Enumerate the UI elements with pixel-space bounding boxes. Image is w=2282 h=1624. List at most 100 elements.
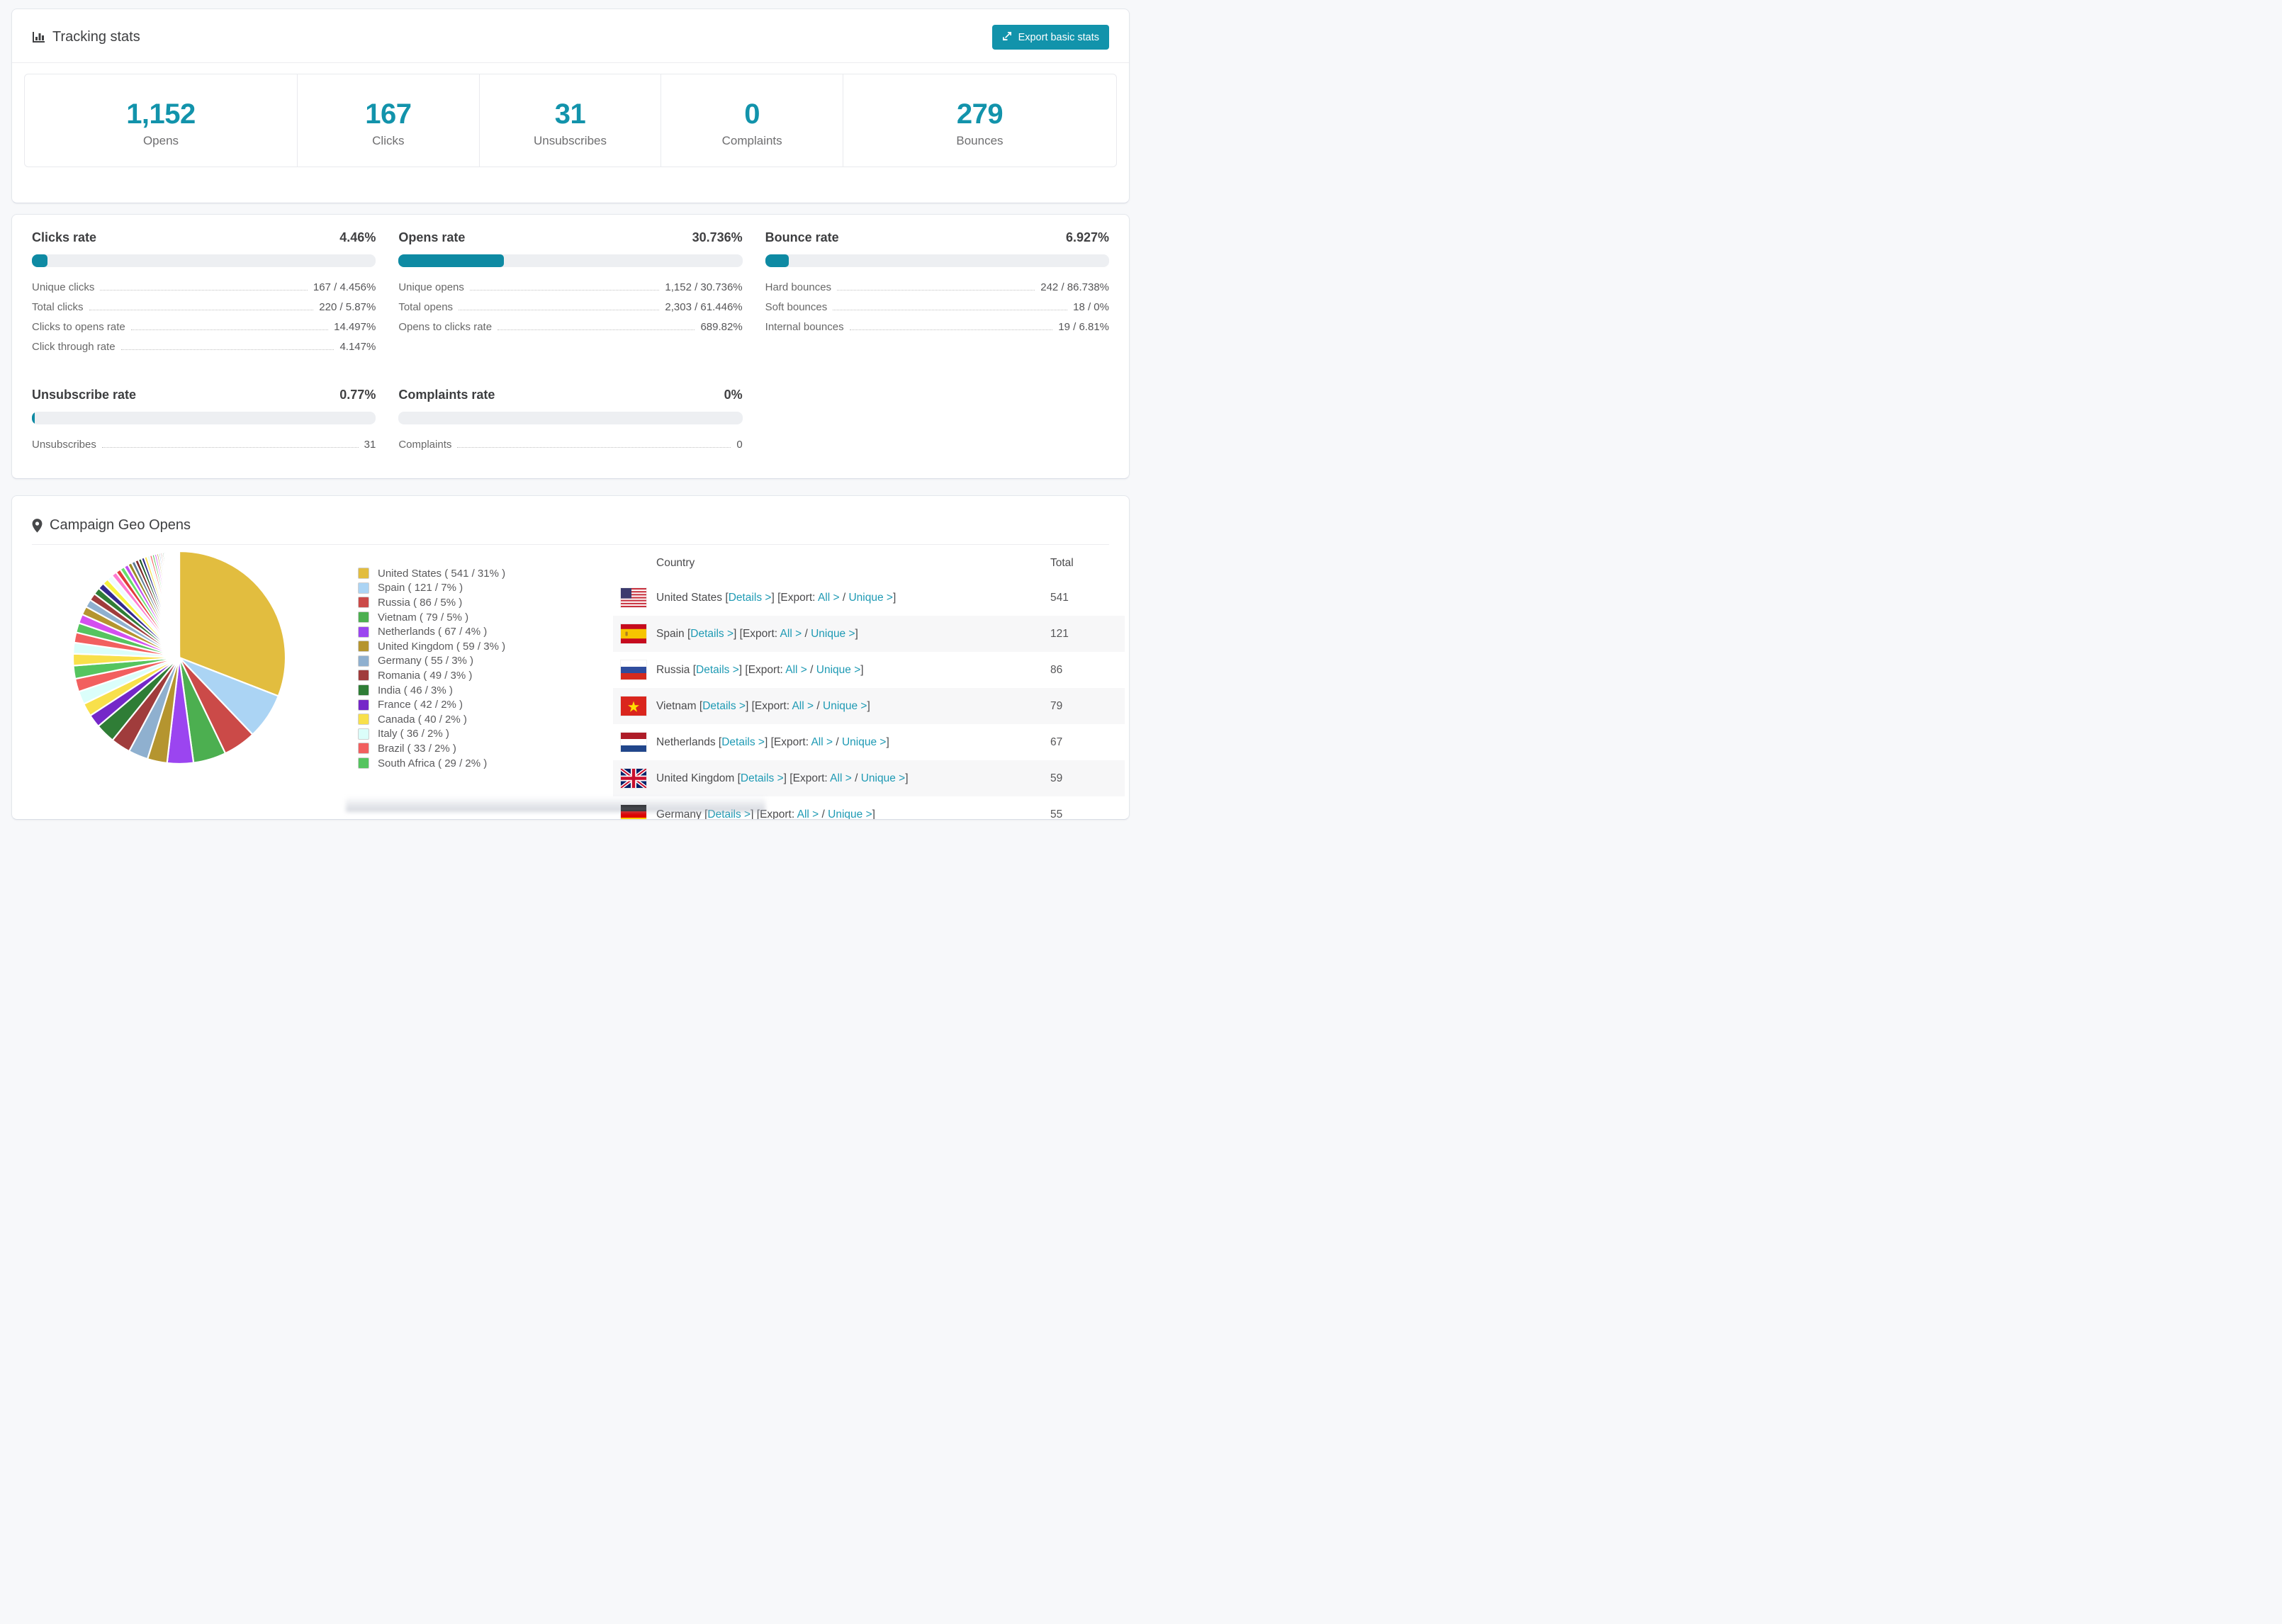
unsubscribe-rate-title: Unsubscribe rate bbox=[32, 388, 137, 402]
stat-opens: 1,152 Opens bbox=[25, 74, 298, 167]
export-all-link[interactable]: All > bbox=[780, 628, 802, 640]
legend-item[interactable]: Italy ( 36 / 2% ) bbox=[358, 727, 613, 742]
stat-clicks-label: Clicks bbox=[372, 134, 405, 147]
country-cell: Russia [Details >] [Export: All > / Uniq… bbox=[656, 663, 864, 676]
export-unique-link[interactable]: Unique > bbox=[842, 736, 886, 748]
stats-summary: 1,152 Opens 167 Clicks 31 Unsubscribes 0… bbox=[12, 63, 1129, 203]
rate-row-label: Unique clicks bbox=[32, 281, 95, 293]
complaints-rate-panel: Complaints rate 0% Complaints 0 bbox=[398, 388, 743, 458]
rate-row: Hard bounces 242 / 86.738% bbox=[765, 281, 1109, 301]
dotted-leader bbox=[849, 329, 1053, 330]
rates-card: Clicks rate 4.46% Unique clicks 167 / 4.4… bbox=[11, 214, 1130, 479]
stat-opens-label: Opens bbox=[142, 134, 179, 147]
legend-item[interactable]: United States ( 541 / 31% ) bbox=[358, 566, 613, 581]
complaints-rate-bar bbox=[398, 412, 743, 424]
table-row-netherlands: Netherlands [Details >] [Export: All > /… bbox=[613, 724, 1125, 760]
country-cell: Netherlands [Details >] [Export: All > /… bbox=[656, 735, 889, 748]
export-label: Export: bbox=[748, 663, 783, 676]
legend-item[interactable]: Brazil ( 33 / 2% ) bbox=[358, 741, 613, 756]
export-all-link[interactable]: All > bbox=[785, 664, 807, 676]
rate-row-label: Unique opens bbox=[398, 281, 464, 293]
legend-swatch bbox=[358, 743, 369, 755]
rate-row-label: Unsubscribes bbox=[32, 439, 96, 451]
export-all-link[interactable]: All > bbox=[811, 736, 833, 748]
unsubscribe-rate-panel: Unsubscribe rate 0.77% Unsubscribes 31 bbox=[32, 388, 376, 458]
export-unique-link[interactable]: Unique > bbox=[823, 700, 867, 712]
table-row-spain: Spain [Details >] [Export: All > / Uniqu… bbox=[613, 616, 1125, 652]
legend-swatch bbox=[358, 757, 369, 769]
legend-item[interactable]: India ( 46 / 3% ) bbox=[358, 683, 613, 698]
export-all-link[interactable]: All > bbox=[830, 772, 852, 784]
export-unique-link[interactable]: Unique > bbox=[861, 772, 905, 784]
rate-row-label: Internal bounces bbox=[765, 321, 844, 333]
unsubscribe-rate-bar bbox=[32, 412, 376, 424]
dotted-leader bbox=[101, 447, 359, 448]
legend-item[interactable]: Germany ( 55 / 3% ) bbox=[358, 654, 613, 669]
country-name: United States bbox=[656, 591, 723, 604]
rate-row-label: Click through rate bbox=[32, 341, 116, 353]
legend-item[interactable]: Vietnam ( 79 / 5% ) bbox=[358, 610, 613, 625]
legend-item[interactable]: Netherlands ( 67 / 4% ) bbox=[358, 624, 613, 639]
rate-row-value: 18 / 0% bbox=[1073, 301, 1109, 313]
flag-netherlands-icon bbox=[621, 733, 646, 752]
export-unique-link[interactable]: Unique > bbox=[816, 664, 860, 676]
legend-item[interactable]: Spain ( 121 / 7% ) bbox=[358, 581, 613, 596]
stat-unsubscribes-value: 31 bbox=[554, 98, 586, 130]
details-link[interactable]: Details > bbox=[729, 592, 772, 604]
legend-item[interactable]: United Kingdom ( 59 / 3% ) bbox=[358, 639, 613, 654]
details-link[interactable]: Details > bbox=[721, 736, 765, 748]
export-unique-link[interactable]: Unique > bbox=[811, 628, 855, 640]
rates-empty-cell bbox=[765, 388, 1109, 458]
details-link[interactable]: Details > bbox=[696, 664, 739, 676]
rate-row: Total clicks 220 / 5.87% bbox=[32, 301, 376, 321]
legend-swatch bbox=[358, 611, 369, 624]
details-link[interactable]: Details > bbox=[741, 772, 784, 784]
export-all-link[interactable]: All > bbox=[792, 700, 814, 712]
rate-row-label: Complaints bbox=[398, 439, 452, 451]
rate-row-label: Total clicks bbox=[32, 301, 84, 313]
bottom-scroll-shadow bbox=[346, 796, 765, 812]
export-unique-link[interactable]: Unique > bbox=[828, 808, 872, 820]
rate-row: Unsubscribes 31 bbox=[32, 439, 376, 458]
legend-item[interactable]: South Africa ( 29 / 2% ) bbox=[358, 756, 613, 771]
export-label: Export: bbox=[773, 735, 809, 748]
stat-complaints-value: 0 bbox=[744, 98, 760, 130]
export-all-link[interactable]: All > bbox=[818, 592, 840, 604]
details-link[interactable]: Details > bbox=[702, 700, 746, 712]
stat-bounces-value: 279 bbox=[956, 98, 1004, 130]
bounce-rate-panel: Bounce rate 6.927% Hard bounces 242 / 86.… bbox=[765, 230, 1109, 361]
stat-opens-value: 1,152 bbox=[126, 98, 196, 130]
opens-rate-panel: Opens rate 30.736% Unique opens 1,152 / 3… bbox=[398, 230, 743, 361]
tracking-stats-title-text: Tracking stats bbox=[52, 29, 140, 45]
legend-label: Vietnam ( 79 / 5% ) bbox=[378, 611, 469, 624]
rate-row: Soft bounces 18 / 0% bbox=[765, 301, 1109, 321]
legend-item[interactable]: Canada ( 40 / 2% ) bbox=[358, 712, 613, 727]
legend-swatch bbox=[358, 655, 369, 667]
export-all-link[interactable]: All > bbox=[797, 808, 819, 820]
legend-item[interactable]: France ( 42 / 2% ) bbox=[358, 697, 613, 712]
dotted-leader bbox=[469, 290, 660, 291]
geo-pie-chart bbox=[32, 546, 330, 767]
clicks-rate-value: 4.46% bbox=[339, 230, 376, 244]
legend-label: Romania ( 49 / 3% ) bbox=[378, 669, 473, 682]
legend-swatch bbox=[358, 626, 369, 638]
legend-swatch bbox=[358, 670, 369, 682]
legend-label: Russia ( 86 / 5% ) bbox=[378, 596, 463, 609]
legend-swatch bbox=[358, 714, 369, 726]
details-link[interactable]: Details > bbox=[690, 628, 734, 640]
stat-bounces-label: Bounces bbox=[956, 134, 1004, 147]
clicks-rate-title: Clicks rate bbox=[32, 230, 97, 244]
total-cell: 55 bbox=[1050, 808, 1063, 820]
export-basic-stats-button[interactable]: Export basic stats bbox=[991, 25, 1109, 50]
rate-row-label: Opens to clicks rate bbox=[398, 321, 493, 333]
legend-item[interactable]: Russia ( 86 / 5% ) bbox=[358, 595, 613, 610]
export-unique-link[interactable]: Unique > bbox=[848, 592, 892, 604]
legend-item[interactable]: Romania ( 49 / 3% ) bbox=[358, 668, 613, 683]
country-cell: Spain [Details >] [Export: All > / Uniqu… bbox=[656, 627, 858, 640]
export-label: Export: bbox=[754, 699, 790, 712]
total-cell: 67 bbox=[1050, 735, 1063, 748]
dotted-leader bbox=[837, 290, 1035, 291]
clicks-rate-bar bbox=[32, 254, 376, 267]
map-pin-icon bbox=[32, 518, 43, 533]
bar-chart-icon bbox=[32, 30, 45, 44]
